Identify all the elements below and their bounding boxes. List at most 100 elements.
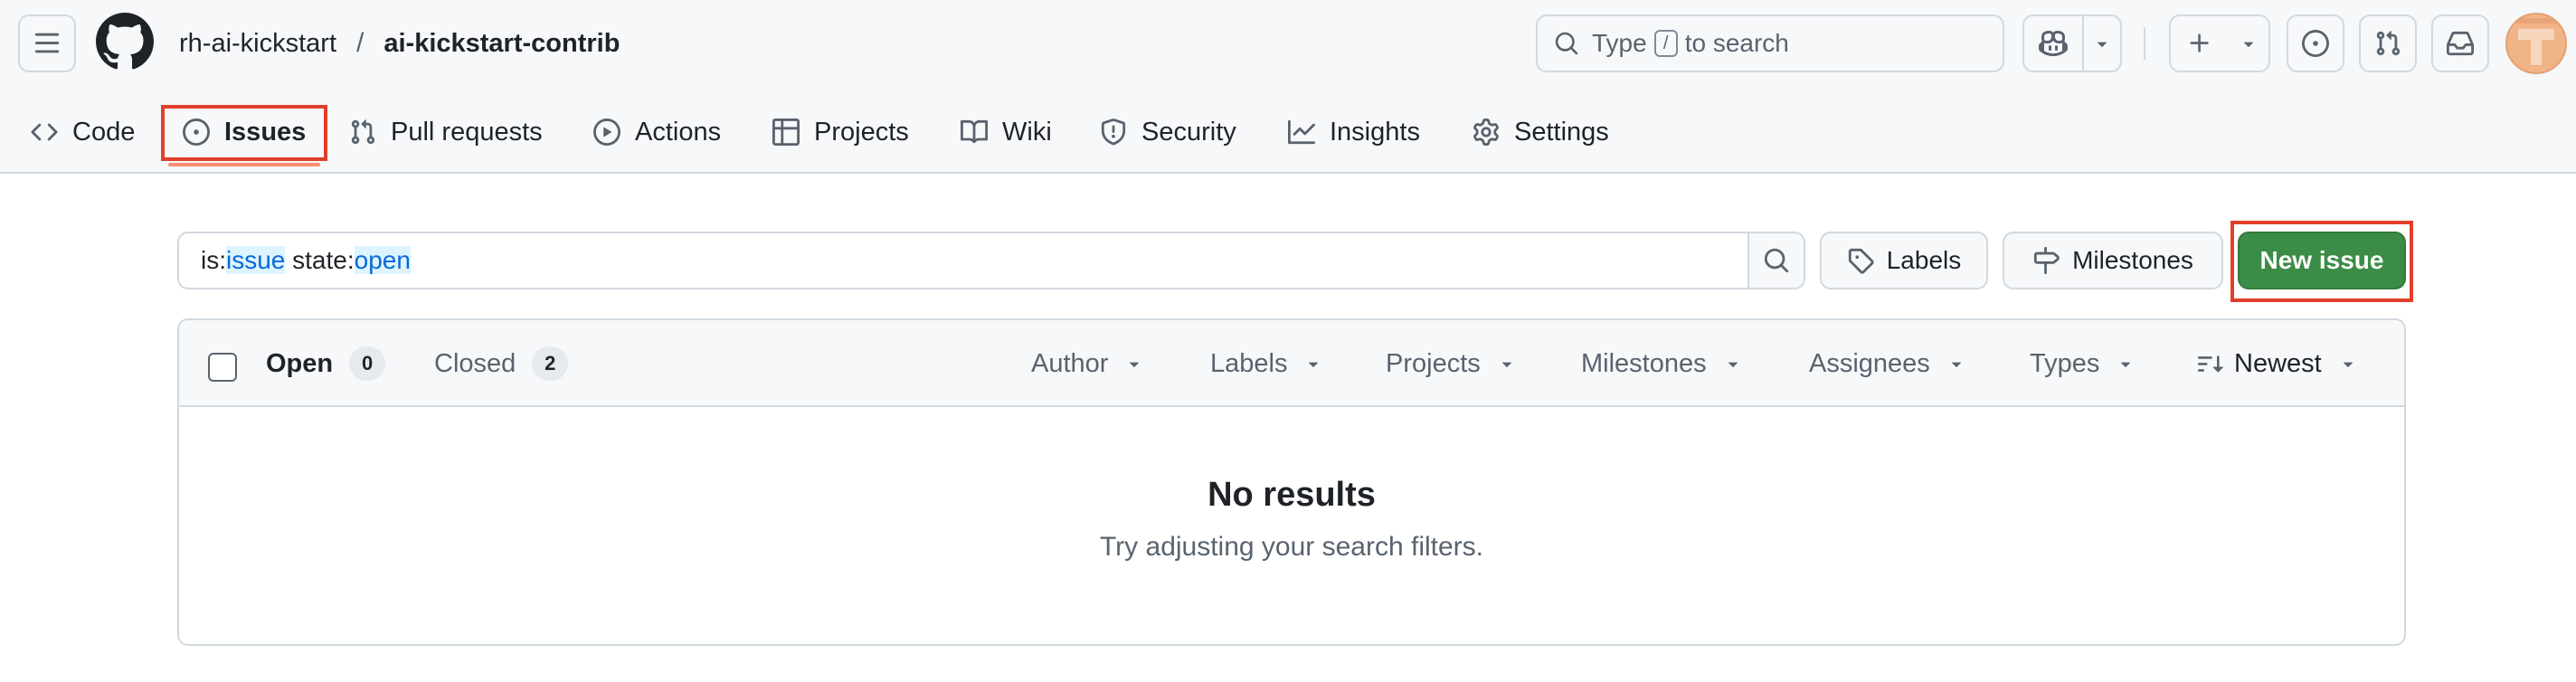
tab-wiki[interactable]: Wiki [961, 107, 1052, 157]
triangle-down-icon [2343, 362, 2353, 367]
projects-filter[interactable]: Projects [1386, 346, 1517, 382]
triangle-down-icon [1501, 362, 1511, 367]
header-divider [2144, 27, 2145, 60]
breadcrumb-repo-link[interactable]: ai-kickstart-contrib [384, 29, 620, 59]
milestones-button-label: Milestones [2072, 246, 2193, 274]
open-issues-tab[interactable]: Open 0 [266, 346, 386, 382]
filter-label: Projects [1386, 348, 1481, 378]
author-filter[interactable]: Author [1031, 346, 1144, 382]
git-pull-request-icon [351, 119, 375, 145]
create-new-plus [2171, 16, 2229, 71]
triangle-down-icon [1728, 362, 1738, 367]
selected-tab-underline [168, 163, 320, 166]
search-placeholder: Type / to search [1592, 29, 1789, 58]
notifications-button[interactable] [2431, 14, 2489, 72]
sort-desc-icon [2198, 355, 2223, 373]
avatar-glyph [2511, 18, 2562, 65]
triangle-down-icon [1951, 362, 1961, 367]
filter-label: Labels [1210, 348, 1288, 378]
types-filter[interactable]: Types [2030, 346, 2136, 382]
gear-icon [1473, 118, 1499, 146]
search-placeholder-prefix: Type [1592, 29, 1647, 57]
filter-label: Author [1031, 348, 1109, 378]
search-icon [1764, 248, 1789, 273]
copilot-split-button [2022, 14, 2122, 72]
tab-label: Settings [1514, 117, 1609, 147]
filter-label: Milestones [1581, 348, 1707, 378]
tab-insights[interactable]: Insights [1288, 107, 1420, 157]
filter-search-button[interactable] [1747, 233, 1804, 288]
search-icon [1555, 32, 1578, 55]
labels-button-label: Labels [1886, 246, 1962, 274]
github-logo-icon[interactable] [96, 13, 154, 71]
closed-label: Closed [434, 348, 516, 378]
tab-actions[interactable]: Actions [593, 107, 721, 157]
shield-icon [1101, 118, 1126, 146]
issues-search-input[interactable]: is:issue state:open [177, 232, 1805, 289]
select-all-checkbox[interactable] [208, 353, 237, 382]
tab-label: Actions [635, 117, 722, 147]
empty-state-title: No results [1208, 476, 1376, 514]
plus-icon [2190, 33, 2209, 52]
your-pull-requests-button[interactable] [2359, 14, 2417, 72]
your-issues-button[interactable] [2287, 14, 2344, 72]
tab-security[interactable]: Security [1100, 107, 1236, 157]
empty-state-subtitle: Try adjusting your search filters. [1099, 532, 1484, 562]
closed-count-badge: 2 [532, 346, 569, 381]
sort-dropdown[interactable]: Newest [2198, 346, 2358, 382]
breadcrumb: rh-ai-kickstart / ai-kickstart-contrib [179, 25, 620, 62]
copilot-menu-button[interactable] [2082, 16, 2120, 71]
copilot-button[interactable] [2024, 16, 2082, 71]
hamburger-icon [34, 33, 60, 53]
open-label: Open [266, 348, 334, 378]
filter-query: is:issue state:open [179, 246, 1747, 275]
issues-list: Open 0 Closed 2 Author Labels Projects M… [177, 318, 2406, 646]
issues-list-header: Open 0 Closed 2 Author Labels Projects M… [179, 320, 2404, 407]
milestone-icon [2033, 247, 2060, 274]
inbox-icon [2447, 31, 2474, 56]
labels-filter[interactable]: Labels [1210, 346, 1323, 382]
tab-label: Projects [814, 117, 909, 147]
git-pull-request-icon [2376, 31, 2401, 56]
triangle-down-icon [2121, 362, 2131, 367]
issue-opened-icon [2302, 30, 2329, 57]
milestones-button[interactable]: Milestones [2003, 232, 2223, 289]
assignees-filter[interactable]: Assignees [1809, 346, 1966, 382]
tag-icon [1848, 248, 1874, 274]
filter-label: Assignees [1809, 348, 1930, 378]
filter-token-open: open [354, 246, 411, 274]
open-count-badge: 0 [349, 346, 386, 381]
tab-pull-requests[interactable]: Pull requests [349, 107, 543, 157]
tab-projects[interactable]: Projects [772, 107, 909, 157]
breadcrumb-separator: / [356, 28, 365, 58]
global-header: rh-ai-kickstart / ai-kickstart-contrib T… [0, 0, 2576, 174]
create-new-button[interactable] [2169, 14, 2270, 72]
issues-tab-highlight [161, 105, 327, 161]
tab-label: Security [1141, 117, 1236, 147]
closed-issues-tab[interactable]: Closed 2 [434, 346, 569, 382]
new-issue-highlight [2230, 221, 2413, 302]
code-icon [31, 123, 58, 141]
filter-token-is: is: [201, 246, 226, 274]
triangle-down-icon [2243, 42, 2254, 47]
table-icon [772, 118, 800, 146]
graph-icon [1288, 119, 1315, 145]
breadcrumb-owner-link[interactable]: rh-ai-kickstart [179, 29, 336, 59]
open-navigation-button[interactable] [18, 14, 76, 72]
global-search-input[interactable]: Type / to search [1536, 14, 2004, 72]
tab-label: Insights [1330, 117, 1420, 147]
tab-label: Code [72, 117, 136, 147]
filter-label: Types [2030, 348, 2100, 378]
tab-settings[interactable]: Settings [1473, 107, 1609, 157]
search-shortcut-key: / [1653, 30, 1678, 57]
milestones-filter[interactable]: Milestones [1581, 346, 1743, 382]
triangle-down-icon [1130, 362, 1140, 367]
user-avatar[interactable] [2505, 13, 2567, 74]
tab-code[interactable]: Code [31, 107, 135, 157]
play-icon [593, 118, 620, 146]
labels-button[interactable]: Labels [1820, 232, 1988, 289]
create-new-caret [2229, 16, 2268, 71]
repository-tabs: Code Issues Pull requests Actions Projec… [0, 99, 2576, 165]
top-bar: rh-ai-kickstart / ai-kickstart-contrib T… [0, 0, 2576, 87]
book-icon [961, 119, 988, 144]
